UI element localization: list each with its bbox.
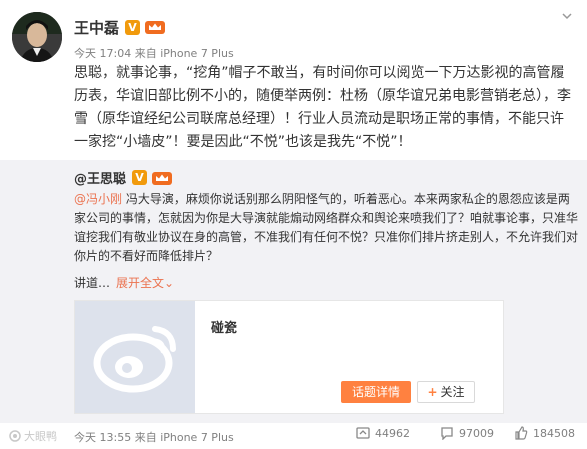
- topic-card[interactable]: 碰瓷 话题详情 + 关注: [74, 300, 504, 414]
- verified-badge-icon: V: [125, 19, 141, 35]
- chevron-down-icon[interactable]: [561, 10, 573, 22]
- comment-count: 97009: [459, 426, 494, 440]
- repost-text: @冯小刚 冯大导演，麻烦你说话别那么阴阳怪气的，听着恶心。本来两家私企的恩怨应该…: [74, 190, 579, 266]
- like-count: 184508: [533, 426, 575, 440]
- follow-button[interactable]: + 关注: [417, 381, 475, 403]
- repost-meta: 今天 13:55 来自 iPhone 7 Plus: [74, 431, 234, 444]
- follow-label: 关注: [440, 385, 465, 399]
- repost-body: 冯大导演，麻烦你说话别那么阴阳怪气的，听着恶心。本来两家私企的恩怨应该是两家公司…: [74, 192, 579, 263]
- repost-count-action[interactable]: 44962: [356, 426, 410, 440]
- member-crown-icon: [152, 171, 173, 185]
- watermark: 大眼鸭: [6, 428, 57, 444]
- post-text: 思聪，就事论事，“挖角”帽子不敢当，有时间你可以阅览一下万达影视的高管履历表，华…: [74, 65, 571, 150]
- repost-container: @王思聪 V @冯小刚 冯大导演，麻烦你说话别那么阴阳怪气的，听着恶心。本来两家…: [0, 160, 587, 423]
- avatar[interactable]: [12, 12, 62, 62]
- author-name[interactable]: 王中磊: [74, 17, 119, 38]
- like-count-action[interactable]: 184508: [514, 426, 575, 440]
- thumbs-up-icon: [515, 426, 528, 440]
- watermark-text: 大眼鸭: [24, 430, 57, 443]
- expand-label[interactable]: 展开全文: [116, 276, 164, 290]
- truncated-text: 讲道…: [74, 276, 111, 290]
- topic-details-button[interactable]: 话题详情: [341, 381, 411, 403]
- repost-more: 讲道… 展开全文⌄: [74, 274, 174, 291]
- repost-author[interactable]: @王思聪: [74, 168, 126, 187]
- weibo-logo-icon: [75, 301, 195, 413]
- camera-icon: [9, 430, 21, 442]
- repost-icon: [356, 427, 370, 439]
- repost-count: 44962: [375, 426, 410, 440]
- expand-full-text-link[interactable]: 展开全文⌄: [116, 276, 174, 290]
- mention-link[interactable]: @冯小刚: [74, 192, 122, 206]
- plus-icon: +: [427, 385, 438, 399]
- member-crown-icon: [145, 21, 166, 34]
- post-meta: 今天 17:04 来自 iPhone 7 Plus: [74, 47, 234, 60]
- chevron-down-icon: ⌄: [164, 276, 175, 290]
- comment-count-action[interactable]: 97009: [440, 426, 494, 440]
- topic-title[interactable]: 碰瓷: [211, 317, 237, 336]
- comment-icon: [441, 427, 453, 440]
- verified-badge-icon: V: [132, 170, 148, 185]
